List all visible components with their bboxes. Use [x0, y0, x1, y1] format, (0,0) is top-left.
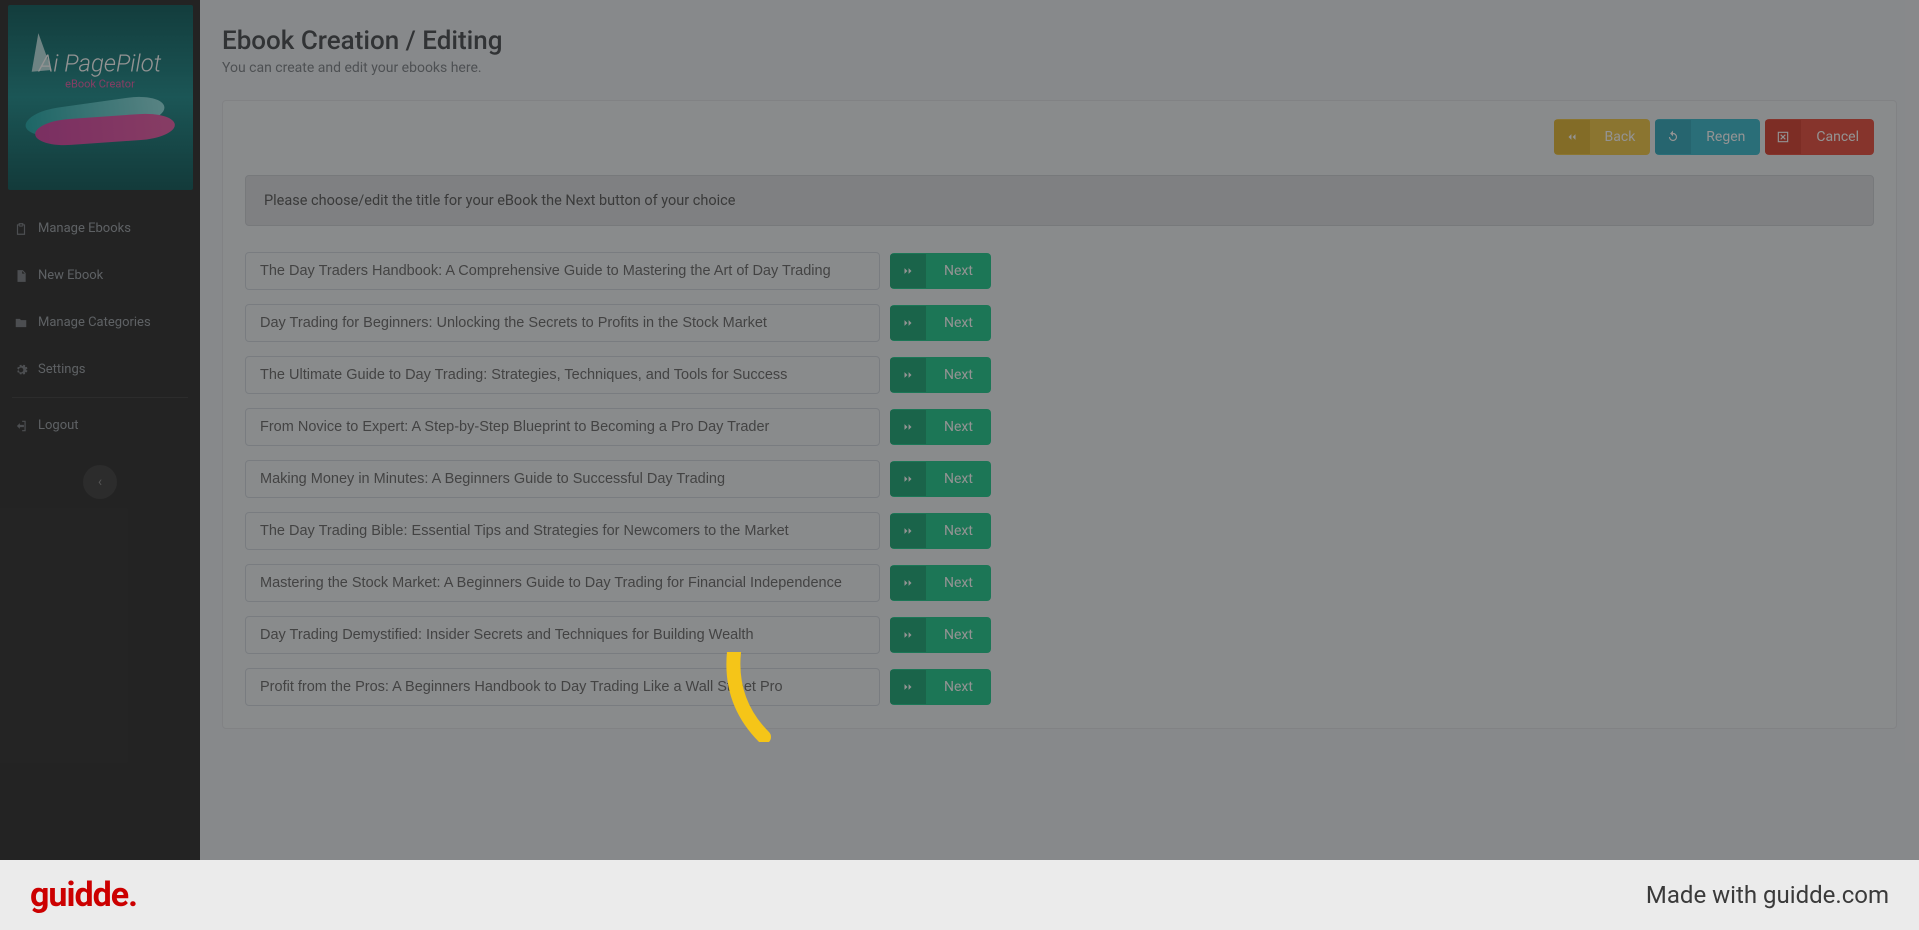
sidebar-item-label: Manage Categories — [38, 315, 151, 330]
sidebar-item-manage-ebooks[interactable]: Manage Ebooks — [0, 205, 200, 252]
title-suggestion-list: Next Next Next Next Next Next Next Next Next — [245, 252, 1874, 706]
sidebar-item-logout[interactable]: Logout — [0, 402, 200, 449]
next-button[interactable]: Next — [890, 669, 991, 705]
gear-icon — [14, 363, 28, 377]
logo-subtitle: eBook Creator — [30, 77, 170, 90]
chevrons-right-icon — [890, 618, 926, 652]
action-buttons: Back Regen Cancel — [245, 119, 1874, 155]
sidebar-item-settings[interactable]: Settings — [0, 346, 200, 393]
next-button[interactable]: Next — [890, 305, 991, 341]
next-button[interactable]: Next — [890, 357, 991, 393]
editor-panel: Back Regen Cancel Please choose/edit the… — [222, 100, 1897, 729]
chevron-left-icon: ‹ — [98, 474, 102, 490]
back-button[interactable]: Back — [1554, 119, 1651, 155]
chevrons-right-icon — [890, 410, 926, 444]
title-row: Next — [245, 512, 1874, 550]
clipboard-icon — [14, 222, 28, 236]
app-root: Ai PagePilot eBook Creator Manage Ebooks… — [0, 0, 1919, 930]
title-row: Next — [245, 668, 1874, 706]
regen-button[interactable]: Regen — [1655, 119, 1760, 155]
sidebar: Ai PagePilot eBook Creator Manage Ebooks… — [0, 0, 200, 930]
title-row: Next — [245, 356, 1874, 394]
title-input[interactable] — [245, 356, 880, 394]
watermark-logo: guidde. — [30, 875, 137, 915]
title-row: Next — [245, 252, 1874, 290]
sidebar-item-label: Manage Ebooks — [38, 221, 131, 236]
refresh-icon — [1655, 120, 1691, 154]
chevrons-right-icon — [890, 670, 926, 704]
title-input[interactable] — [245, 616, 880, 654]
cancel-button[interactable]: Cancel — [1765, 119, 1874, 155]
watermark-text: Made with guidde.com — [1646, 881, 1889, 909]
chevrons-right-icon — [890, 254, 926, 288]
sidebar-item-new-ebook[interactable]: New Ebook — [0, 252, 200, 299]
title-input[interactable] — [245, 512, 880, 550]
next-button[interactable]: Next — [890, 565, 991, 601]
next-button-label: Next — [926, 357, 991, 393]
title-row: Next — [245, 408, 1874, 446]
watermark-bar: guidde. Made with guidde.com — [0, 860, 1919, 930]
sidebar-item-manage-categories[interactable]: Manage Categories — [0, 299, 200, 346]
sidebar-nav: Manage Ebooks New Ebook Manage Categorie… — [0, 205, 200, 449]
chevrons-right-icon — [890, 462, 926, 496]
page-subtitle: You can create and edit your ebooks here… — [222, 60, 1897, 76]
chevrons-right-icon — [890, 306, 926, 340]
title-input[interactable] — [245, 252, 880, 290]
sidebar-item-label: Settings — [38, 362, 85, 377]
next-button-label: Next — [926, 461, 991, 497]
title-input[interactable] — [245, 304, 880, 342]
folder-icon — [14, 316, 28, 330]
title-row: Next — [245, 616, 1874, 654]
next-button[interactable]: Next — [890, 617, 991, 653]
regen-button-label: Regen — [1691, 119, 1760, 155]
sidebar-collapse-button[interactable]: ‹ — [83, 465, 117, 499]
page-title: Ebook Creation / Editing — [222, 26, 1897, 56]
sidebar-item-label: Logout — [38, 418, 79, 433]
next-button[interactable]: Next — [890, 253, 991, 289]
cancel-button-label: Cancel — [1801, 119, 1874, 155]
next-button[interactable]: Next — [890, 461, 991, 497]
chevrons-right-icon — [890, 358, 926, 392]
logout-icon — [14, 419, 28, 433]
next-button-label: Next — [926, 409, 991, 445]
title-input[interactable] — [245, 668, 880, 706]
instruction-banner: Please choose/edit the title for your eB… — [245, 175, 1874, 226]
next-button-label: Next — [926, 617, 991, 653]
title-input[interactable] — [245, 564, 880, 602]
file-icon — [14, 269, 28, 283]
next-button[interactable]: Next — [890, 513, 991, 549]
logo-title: Ai PagePilot — [39, 49, 162, 77]
next-button[interactable]: Next — [890, 409, 991, 445]
back-button-label: Back — [1590, 119, 1651, 155]
chevrons-left-icon — [1554, 120, 1590, 154]
sidebar-item-label: New Ebook — [38, 268, 103, 283]
title-row: Next — [245, 304, 1874, 342]
sidebar-divider — [12, 397, 188, 398]
close-square-icon — [1765, 120, 1801, 154]
title-row: Next — [245, 564, 1874, 602]
app-logo: Ai PagePilot eBook Creator — [8, 5, 193, 190]
next-button-label: Next — [926, 565, 991, 601]
next-button-label: Next — [926, 253, 991, 289]
chevrons-right-icon — [890, 514, 926, 548]
next-button-label: Next — [926, 513, 991, 549]
next-button-label: Next — [926, 305, 991, 341]
next-button-label: Next — [926, 669, 991, 705]
title-input[interactable] — [245, 408, 880, 446]
chevrons-right-icon — [890, 566, 926, 600]
main-content: Ebook Creation / Editing You can create … — [200, 0, 1919, 930]
title-input[interactable] — [245, 460, 880, 498]
title-row: Next — [245, 460, 1874, 498]
